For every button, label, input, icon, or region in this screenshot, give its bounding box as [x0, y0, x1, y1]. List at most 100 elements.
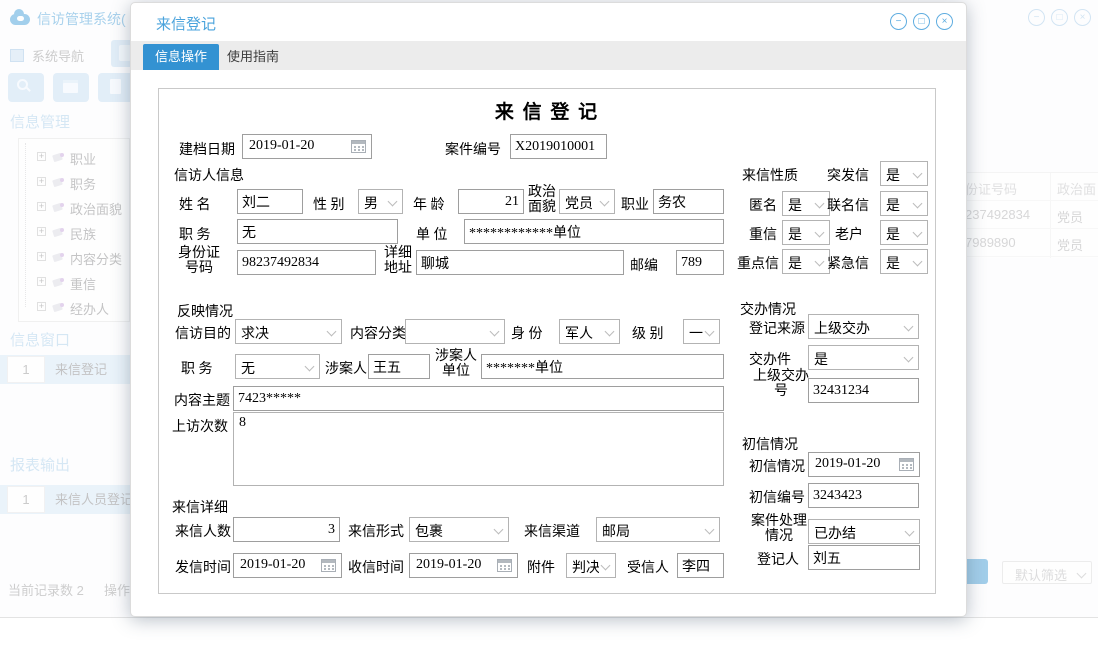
tag-icon: [52, 202, 64, 213]
close-icon[interactable]: ×: [1074, 9, 1091, 26]
table-header-row: 份证号码 政治面: [962, 173, 1098, 201]
category-label: 内容分类: [350, 323, 406, 343]
calendar-icon[interactable]: [321, 559, 336, 572]
expand-icon[interactable]: +: [37, 202, 46, 211]
first-date-input[interactable]: 2019-01-20: [808, 452, 920, 477]
tree-item-politics[interactable]: +政治面貌: [19, 195, 129, 220]
purpose-select[interactable]: 求决: [235, 319, 342, 344]
superior-no-input[interactable]: [808, 378, 919, 403]
print-button[interactable]: [53, 73, 89, 102]
subject-label: 内容主题: [174, 390, 230, 410]
expand-icon[interactable]: +: [37, 252, 46, 261]
calendar-icon[interactable]: [351, 140, 366, 153]
row-label: 来信人员登记: [55, 485, 133, 514]
expand-icon[interactable]: +: [37, 302, 46, 311]
politics-select[interactable]: 党员: [559, 189, 615, 214]
expand-icon[interactable]: +: [37, 277, 46, 286]
tree-item-handler[interactable]: +经办人: [19, 295, 129, 320]
chevron-down-icon: [904, 322, 914, 332]
subject-input[interactable]: [233, 386, 724, 411]
letter-form-select[interactable]: 包裹: [409, 517, 509, 542]
key-letter-select[interactable]: 是: [782, 249, 830, 274]
file-date-input[interactable]: 2019-01-20: [242, 134, 372, 159]
superior-no-label: 上级交办号: [751, 370, 811, 399]
duty2-select[interactable]: 无: [235, 354, 320, 379]
joint-select[interactable]: 是: [880, 191, 928, 216]
attachment-select[interactable]: 判决书: [566, 553, 616, 578]
level-select[interactable]: 一般: [683, 319, 720, 344]
receiver-input[interactable]: [677, 553, 724, 578]
restore-icon[interactable]: □: [1051, 9, 1068, 26]
visit-count-textarea[interactable]: 8: [233, 412, 724, 486]
registrar-input[interactable]: [808, 545, 920, 570]
repeat-select[interactable]: 是: [782, 220, 830, 245]
restore-icon[interactable]: □: [913, 13, 930, 30]
table-row[interactable]: 7989890 党员: [962, 229, 1098, 257]
col-politics: 政治面: [1057, 179, 1096, 198]
urgent-select[interactable]: 是: [880, 249, 928, 274]
tab-info-operation[interactable]: 信息操作: [143, 44, 219, 70]
first-no-input[interactable]: [808, 483, 919, 508]
table-row[interactable]: 237492834 党员: [962, 201, 1098, 229]
occupation-input[interactable]: [653, 189, 724, 214]
sudden-select[interactable]: 是: [880, 161, 928, 186]
tree-item-repeat[interactable]: +重信: [19, 270, 129, 295]
tree-item-ethnic[interactable]: +民族: [19, 220, 129, 245]
calendar-icon[interactable]: [899, 458, 914, 471]
expand-icon[interactable]: +: [37, 152, 46, 161]
recv-date-label: 收信时间: [348, 557, 404, 577]
close-icon[interactable]: ×: [936, 13, 953, 30]
category-select[interactable]: [405, 319, 505, 344]
channel-select[interactable]: 邮局: [596, 517, 720, 542]
tag-icon: [52, 302, 64, 313]
repeat-label: 重信: [749, 224, 777, 244]
assigned-select[interactable]: 是: [808, 345, 919, 370]
tree-item-duty[interactable]: +职务: [19, 170, 129, 195]
tree-item-occupation[interactable]: +职业: [19, 145, 129, 170]
case-status-label: 案件处理情况: [750, 515, 808, 544]
tag-icon: [52, 152, 64, 163]
name-input[interactable]: [237, 189, 303, 214]
zip-input[interactable]: [676, 250, 724, 275]
duty-input[interactable]: [237, 219, 398, 244]
unit-label: 单 位: [416, 224, 448, 244]
gender-select[interactable]: 男: [358, 189, 403, 214]
involved-input[interactable]: [368, 354, 430, 379]
expand-icon[interactable]: +: [37, 227, 46, 236]
sender-count-input[interactable]: [233, 517, 340, 542]
old-user-select[interactable]: 是: [880, 220, 928, 245]
unit-input[interactable]: [464, 219, 724, 244]
info-window-row[interactable]: 1 来信登记: [0, 355, 131, 384]
calendar-icon[interactable]: [497, 559, 512, 572]
minimize-icon[interactable]: −: [890, 13, 907, 30]
address-input[interactable]: [416, 250, 624, 275]
report-row[interactable]: 1 来信人员登记: [0, 485, 131, 514]
identity-select[interactable]: 军人: [559, 319, 620, 344]
dialog-controls: − □ ×: [890, 13, 953, 30]
tab-user-guide[interactable]: 使用指南: [227, 44, 279, 70]
tree-item-category[interactable]: +内容分类: [19, 245, 129, 270]
case-status-select[interactable]: 已办结: [808, 519, 920, 544]
reg-source-select[interactable]: 上级交办: [808, 314, 919, 339]
document-button[interactable]: [98, 73, 134, 102]
recv-date-input[interactable]: 2019-01-20: [409, 553, 518, 578]
key-letter-label: 重点信: [737, 253, 779, 273]
app-title: 信访管理系统(: [37, 9, 126, 29]
case-no-input[interactable]: [510, 134, 607, 159]
expand-icon[interactable]: +: [37, 177, 46, 186]
system-nav-tab[interactable]: 系统导航: [10, 46, 84, 65]
sender-count-label: 来信人数: [175, 521, 231, 541]
send-date-input[interactable]: 2019-01-20: [233, 553, 342, 578]
default-filter-select[interactable]: 默认筛选: [1002, 561, 1092, 584]
minimize-icon[interactable]: −: [1028, 9, 1045, 26]
anonymous-select[interactable]: 是: [782, 191, 830, 216]
partial-blue-button[interactable]: [964, 559, 988, 584]
assigned-label: 交办件: [749, 349, 791, 369]
search-button[interactable]: [8, 73, 44, 102]
involved-unit-input[interactable]: [481, 354, 724, 379]
printer-icon: [63, 80, 78, 93]
age-input[interactable]: [458, 189, 524, 214]
address-label: 详细地址: [382, 247, 414, 276]
info-manage-tree: +职业 +职务 +政治面貌 +民族 +内容分类 +重信 +经办人: [18, 138, 130, 322]
id-card-input[interactable]: [237, 250, 376, 275]
